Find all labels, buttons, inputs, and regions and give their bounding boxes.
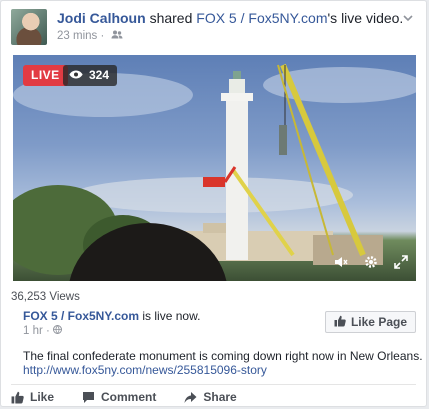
video-controls — [334, 255, 408, 269]
avatar[interactable] — [11, 9, 47, 45]
fullscreen-icon[interactable] — [394, 255, 408, 269]
share-button[interactable]: Share — [184, 390, 237, 404]
author-name[interactable]: Jodi Calhoun — [57, 10, 146, 26]
viewer-count-badge: 324 — [63, 65, 118, 86]
dot-separator: · — [100, 30, 105, 42]
globe-icon — [53, 325, 63, 337]
viewer-count: 324 — [89, 68, 110, 82]
comment-label: Comment — [101, 390, 157, 404]
comment-button[interactable]: Comment — [82, 390, 156, 404]
video-frame-scene — [13, 63, 416, 281]
post-headline: Jodi Calhoun shared FOX 5 / Fox5NY.com's… — [57, 10, 403, 26]
shared-title: FOX 5 / Fox5NY.com is live now. — [23, 309, 200, 323]
post-timestamp[interactable]: 23 mins — [57, 30, 97, 42]
chevron-down-icon[interactable] — [402, 11, 414, 23]
shared-status: is live now. — [142, 309, 201, 323]
feed-post-card: Jodi Calhoun shared FOX 5 / Fox5NY.com's… — [0, 0, 427, 407]
shared-timestamp[interactable]: 1 hr — [23, 325, 43, 337]
eye-icon — [69, 65, 83, 86]
thumbs-up-icon — [334, 315, 346, 330]
shared-url-link[interactable]: http://www.fox5ny.com/news/255815096-sto… — [23, 363, 267, 377]
like-icon — [11, 391, 24, 404]
post-header: Jodi Calhoun shared FOX 5 / Fox5NY.com's… — [11, 9, 416, 45]
shared-post-attachment: FOX 5 / Fox5NY.com is live now. 1 hr · L… — [13, 303, 423, 381]
action-bar-divider — [11, 384, 416, 385]
shared-meta: 1 hr · — [23, 325, 63, 337]
view-count: 36,253 Views — [11, 291, 80, 303]
like-button[interactable]: Like — [11, 390, 54, 404]
dot-separator: · — [46, 325, 50, 337]
like-page-button[interactable]: Like Page — [324, 311, 416, 333]
shared-page-name[interactable]: FOX 5 / Fox5NY.com — [23, 309, 139, 323]
like-label: Like — [30, 390, 55, 404]
volume-muted-icon[interactable] — [334, 255, 348, 269]
friends-icon — [111, 30, 123, 42]
share-label: Share — [203, 390, 237, 404]
live-badge: LIVE — [23, 65, 68, 86]
action-bar: Like Comment Share — [11, 388, 237, 406]
post-meta: 23 mins · — [57, 30, 123, 42]
shared-word: shared — [149, 10, 193, 26]
comment-icon — [82, 391, 95, 404]
like-page-label: Like Page — [350, 315, 407, 329]
headline-suffix: 's live video. — [327, 10, 404, 26]
share-icon — [184, 391, 197, 404]
live-video-player[interactable]: LIVE 324 — [13, 55, 416, 281]
settings-gear-icon[interactable] — [364, 255, 378, 269]
shared-page-link[interactable]: FOX 5 / Fox5NY.com — [196, 10, 327, 26]
shared-text: The final confederate monument is coming… — [23, 349, 423, 363]
